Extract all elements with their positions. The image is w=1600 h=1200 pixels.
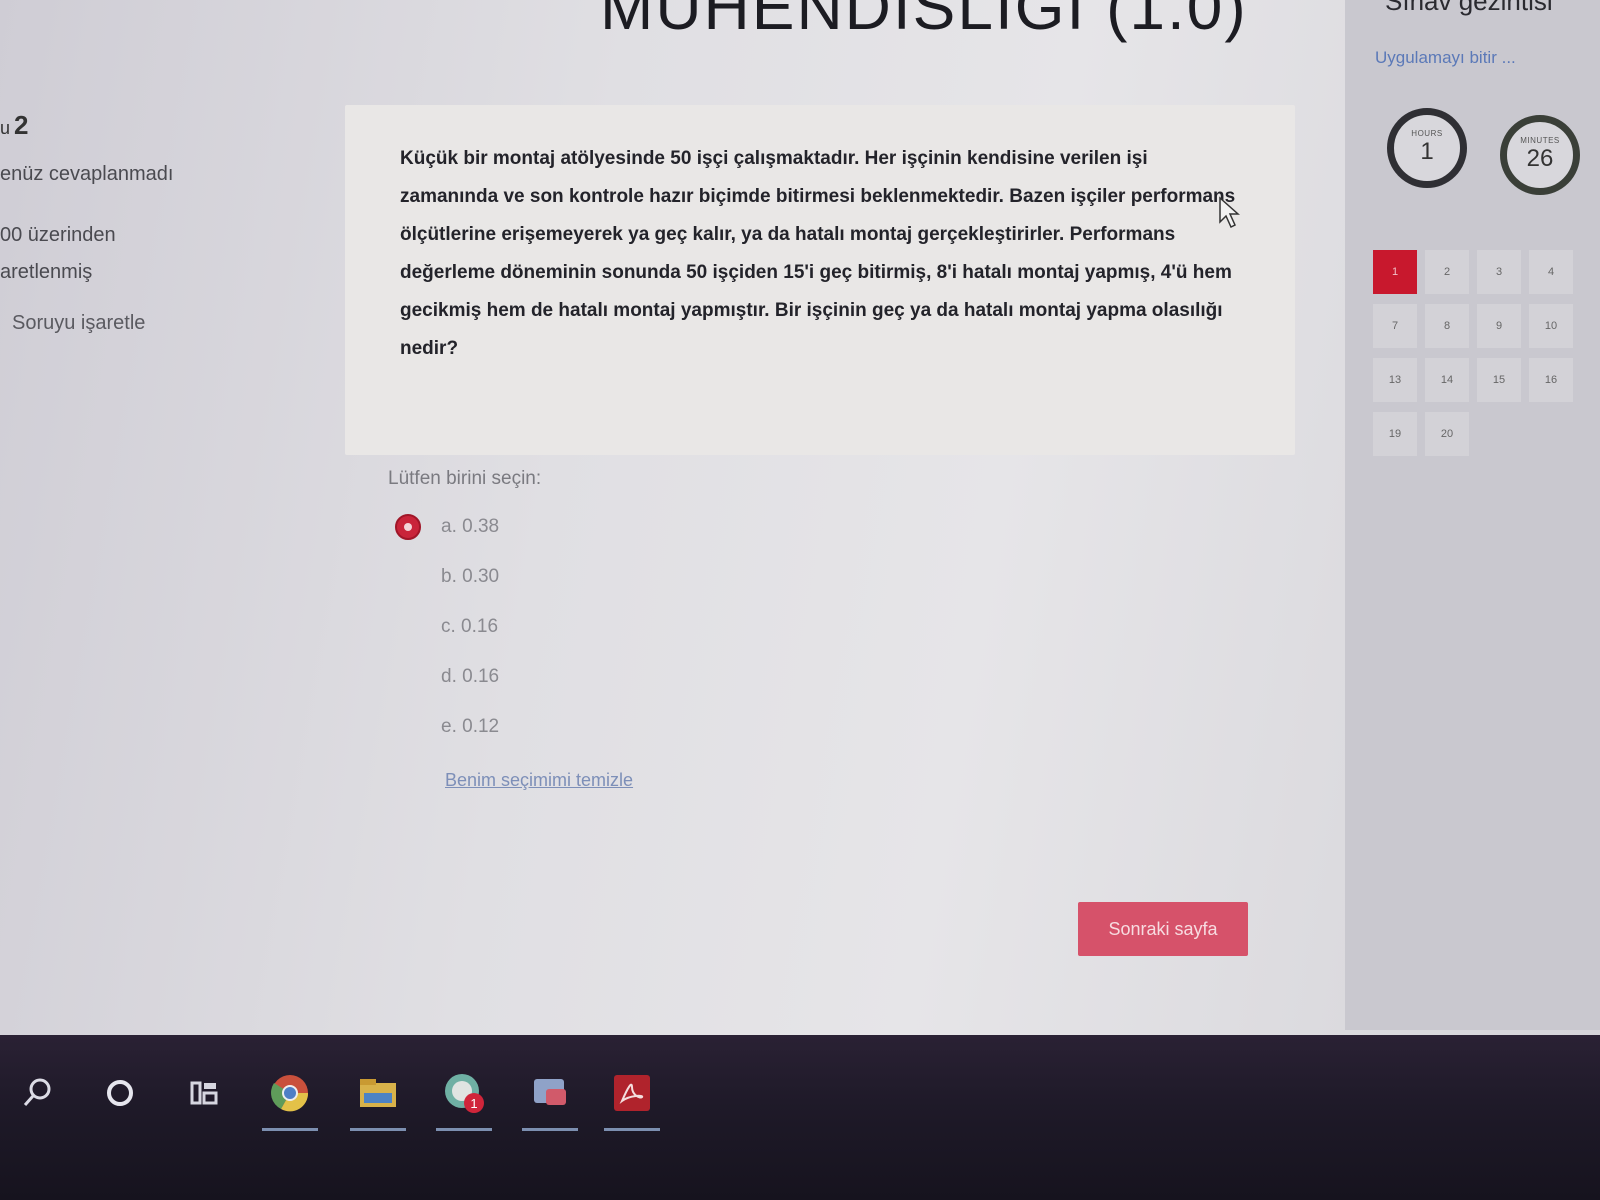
answer-label: a. 0.38 <box>441 516 500 537</box>
finish-attempt-link[interactable]: Uygulamayı bitir ... <box>1375 48 1516 68</box>
acrobat-icon[interactable] <box>604 1065 660 1131</box>
nav-question-4[interactable]: 4 <box>1529 250 1573 294</box>
question-number: u2 <box>0 110 330 141</box>
question-points: 00 üzerinden <box>0 224 116 246</box>
nav-question-16[interactable]: 16 <box>1529 358 1573 402</box>
answer-option-a[interactable]: a. 0.38 <box>395 502 499 552</box>
nav-title: Sınav gezintisi <box>1385 0 1553 16</box>
radio-icon[interactable] <box>395 564 421 590</box>
answer-option-c[interactable]: c. 0.16 <box>395 602 499 652</box>
nav-question-1[interactable]: 1 <box>1373 250 1417 294</box>
search-icon[interactable] <box>10 1065 66 1121</box>
timer-value: 26 <box>1526 145 1554 172</box>
radio-icon[interactable] <box>395 714 421 740</box>
answer-option-e[interactable]: e. 0.12 <box>395 702 499 752</box>
cursor-icon <box>1219 196 1240 229</box>
nav-question-19[interactable]: 19 <box>1373 412 1417 456</box>
nav-question-7[interactable]: 7 <box>1373 304 1417 348</box>
radio-selected-icon[interactable] <box>395 514 421 540</box>
nav-question-13[interactable]: 13 <box>1373 358 1417 402</box>
timer-caption: HOURS <box>1411 129 1443 138</box>
chrome-icon[interactable] <box>262 1065 318 1131</box>
notification-badge: 1 <box>470 1096 477 1111</box>
radio-icon[interactable] <box>395 664 421 690</box>
nav-question-9[interactable]: 9 <box>1477 304 1521 348</box>
answer-label: c. 0.16 <box>441 616 499 637</box>
question-label: u <box>0 118 11 138</box>
taskbar: 1 <box>0 1035 1600 1200</box>
timer-value: 1 <box>1420 138 1434 165</box>
timer-minutes: MINUTES 26 <box>1500 115 1580 195</box>
nav-question-2[interactable]: 2 <box>1425 250 1469 294</box>
question-info: u2 enüz cevaplanmadı 00 üzerinden aretle… <box>0 110 330 335</box>
clear-choice-link[interactable]: Benim seçimimi temizle <box>445 770 633 791</box>
task-view-icon[interactable] <box>176 1065 232 1121</box>
file-explorer-icon[interactable] <box>350 1065 406 1131</box>
answer-list: a. 0.38 b. 0.30 c. 0.16 d. 0.16 e. 0.12 <box>395 502 499 752</box>
question-status: enüz cevaplanmadı <box>0 163 174 185</box>
answer-label: e. 0.12 <box>441 716 500 737</box>
app-icon-2[interactable] <box>522 1065 578 1131</box>
answer-option-d[interactable]: d. 0.16 <box>395 652 499 702</box>
answer-option-b[interactable]: b. 0.30 <box>395 552 499 602</box>
nav-question-8[interactable]: 8 <box>1425 304 1469 348</box>
course-title: MÜHENDİSLİĞİ (1.0) <box>600 0 1248 43</box>
question-text: Küçük bir montaj atölyesinde 50 işçi çal… <box>400 148 1236 359</box>
timer-caption: MINUTES <box>1520 136 1560 145</box>
answer-label: d. 0.16 <box>441 666 500 687</box>
question-number-value: 2 <box>14 110 29 140</box>
radio-icon[interactable] <box>395 614 421 640</box>
nav-question-15[interactable]: 15 <box>1477 358 1521 402</box>
quiz-navigation-panel: Sınav gezintisi Uygulamayı bitir ... HOU… <box>1345 0 1600 1030</box>
question-marked: aretlenmiş <box>0 261 93 283</box>
nav-question-20[interactable]: 20 <box>1425 412 1469 456</box>
nav-question-14[interactable]: 14 <box>1425 358 1469 402</box>
app-icon[interactable]: 1 <box>436 1065 492 1131</box>
next-page-button[interactable]: Sonraki sayfa <box>1078 902 1248 956</box>
cortana-icon[interactable] <box>92 1065 148 1121</box>
nav-question-10[interactable]: 10 <box>1529 304 1573 348</box>
nav-question-3[interactable]: 3 <box>1477 250 1521 294</box>
answer-label: b. 0.30 <box>441 566 500 587</box>
flag-question-link[interactable]: Soruyu işaretle <box>12 312 330 335</box>
timer-hours: HOURS 1 <box>1387 108 1467 188</box>
answer-instruction: Lütfen birini seçin: <box>388 468 542 489</box>
